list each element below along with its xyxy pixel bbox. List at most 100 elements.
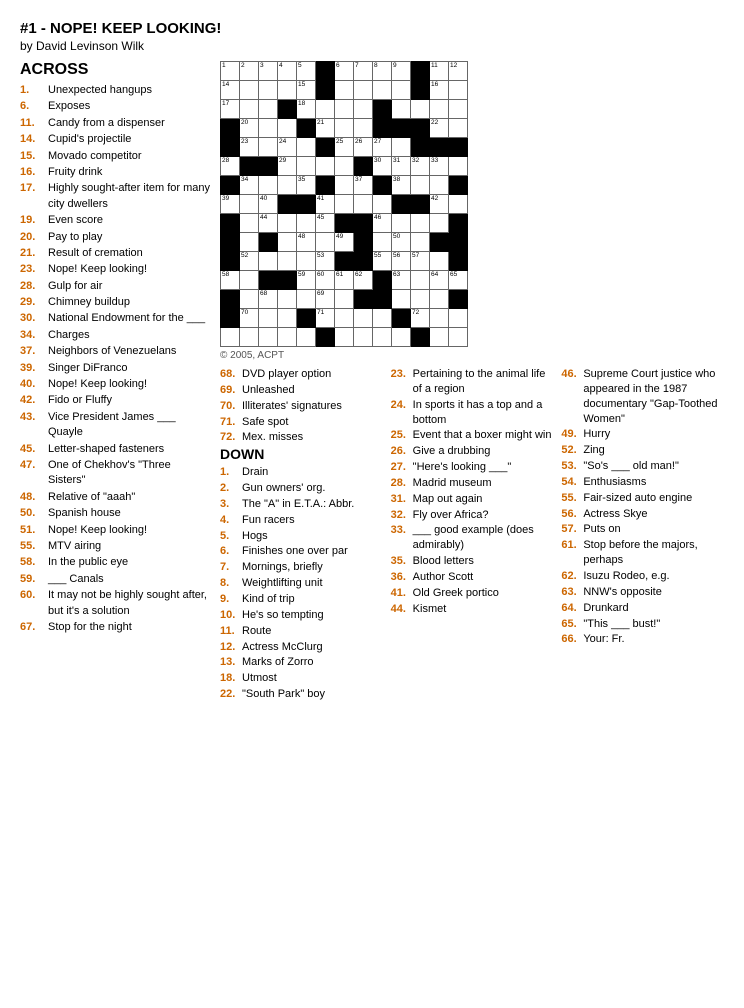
across-clue-item: 39.Singer DiFranco — [20, 361, 210, 376]
clue-text: Fido or Fluffy — [48, 393, 210, 408]
grid-cell — [221, 233, 240, 252]
cell-number: 61 — [336, 272, 343, 279]
down-clue-item: 6.Finishes one over par — [220, 544, 383, 559]
crossword-grid: 1234567891112141516171820212223242526272… — [220, 61, 468, 347]
cell-number: 68 — [260, 291, 267, 298]
down-clues: 1.Drain2.Gun owners' org.3.The "A" in E.… — [220, 465, 383, 702]
grid-cell: 46 — [373, 214, 392, 233]
grid-cell — [411, 138, 430, 157]
grid-cell: 49 — [335, 233, 354, 252]
grid-cell — [259, 328, 278, 347]
cell-number: 60 — [317, 272, 324, 279]
clue-text: Fly over Africa? — [413, 508, 554, 523]
clue-text: Marks of Zorro — [242, 655, 383, 670]
clue-number: 2. — [220, 481, 242, 496]
grid-cell: 64 — [430, 271, 449, 290]
across-clue-item: 11.Candy from a dispenser — [20, 116, 210, 131]
clue-number: 62. — [561, 569, 583, 584]
grid-cell — [278, 81, 297, 100]
grid-cell: 18 — [297, 100, 316, 119]
grid-cell — [316, 138, 335, 157]
clue-text: "So's ___ old man!" — [583, 459, 724, 474]
clue-number: 43. — [20, 410, 48, 441]
clue-text: Result of cremation — [48, 246, 210, 261]
grid-cell: 63 — [392, 271, 411, 290]
clue-number: 29. — [20, 295, 48, 310]
cell-number: 17 — [222, 101, 229, 108]
clue-number: 44. — [391, 602, 413, 617]
across-clue-item: 28.Gulp for air — [20, 279, 210, 294]
grid-cell — [373, 328, 392, 347]
grid-cell — [354, 157, 373, 176]
clue-text: Nope! Keep looking! — [48, 377, 210, 392]
grid-cell — [373, 195, 392, 214]
cell-number: 1 — [222, 63, 226, 70]
grid-cell: 17 — [221, 100, 240, 119]
down-clue-item: 2.Gun owners' org. — [220, 481, 383, 496]
down-clue-item: 12.Actress McClurg — [220, 640, 383, 655]
grid-cell — [221, 252, 240, 271]
author: by David Levinson Wilk — [20, 39, 724, 53]
grid-cell: 29 — [278, 157, 297, 176]
grid-cell — [430, 328, 449, 347]
grid-cell: 61 — [335, 271, 354, 290]
grid-cell: 21 — [316, 119, 335, 138]
grid-cell — [278, 195, 297, 214]
grid-cell — [259, 100, 278, 119]
grid-cell: 34 — [240, 176, 259, 195]
clue-number: 40. — [20, 377, 48, 392]
cell-number: 59 — [298, 272, 305, 279]
cell-number: 57 — [412, 253, 419, 260]
across-clue-item: 71.Safe spot — [220, 415, 383, 430]
cell-number: 16 — [431, 82, 438, 89]
grid-cell — [335, 195, 354, 214]
clue-number: 66. — [561, 632, 583, 647]
clue-text: Blood letters — [413, 554, 554, 569]
clue-number: 5. — [220, 529, 242, 544]
grid-cell — [354, 214, 373, 233]
clue-number: 70. — [220, 399, 242, 414]
grid-cell: 69 — [316, 290, 335, 309]
clue-text: Singer DiFranco — [48, 361, 210, 376]
clue-text: Letter-shaped fasteners — [48, 442, 210, 457]
clue-text: Map out again — [413, 492, 554, 507]
clue-text: Pay to play — [48, 230, 210, 245]
grid-cell — [449, 100, 468, 119]
grid-cell — [411, 100, 430, 119]
grid-cell: 37 — [354, 176, 373, 195]
across-clue-item: 14.Cupid's projectile — [20, 132, 210, 147]
across-clues: 1.Unexpected hangups6.Exposes11.Candy fr… — [20, 83, 210, 635]
cell-number: 31 — [393, 158, 400, 165]
grid-cell — [411, 81, 430, 100]
grid-cell: 39 — [221, 195, 240, 214]
cell-number: 64 — [431, 272, 438, 279]
clue-number: 21. — [20, 246, 48, 261]
grid-cell: 11 — [430, 62, 449, 81]
across-col2-clues: 23.Pertaining to the animal life of a re… — [391, 367, 554, 703]
grid-cell: 26 — [354, 138, 373, 157]
cell-number: 21 — [317, 120, 324, 127]
grid-cell — [430, 176, 449, 195]
grid-cell — [259, 119, 278, 138]
clue-text: Mornings, briefly — [242, 560, 383, 575]
clue-number: 45. — [20, 442, 48, 457]
grid-cell — [335, 157, 354, 176]
cell-number: 37 — [355, 177, 362, 184]
grid-cell — [335, 328, 354, 347]
grid-cell: 55 — [373, 252, 392, 271]
clue-text: Give a drubbing — [413, 444, 554, 459]
across-clue-item: 58.In the public eye — [20, 555, 210, 570]
grid-cell: 72 — [411, 309, 430, 328]
cell-number: 22 — [431, 120, 438, 127]
clue-text: Exposes — [48, 99, 210, 114]
grid-cell — [316, 176, 335, 195]
clue-text: DVD player option — [242, 367, 383, 382]
grid-cell: 59 — [297, 271, 316, 290]
crossword-grid-container: 1234567891112141516171820212223242526272… — [220, 61, 724, 361]
clue-text: Kismet — [413, 602, 554, 617]
grid-cell: 35 — [297, 176, 316, 195]
across-clue-item: 29.Chimney buildup — [20, 295, 210, 310]
grid-cell — [392, 309, 411, 328]
clue-item: 41.Old Greek portico — [391, 586, 554, 601]
grid-cell — [449, 195, 468, 214]
